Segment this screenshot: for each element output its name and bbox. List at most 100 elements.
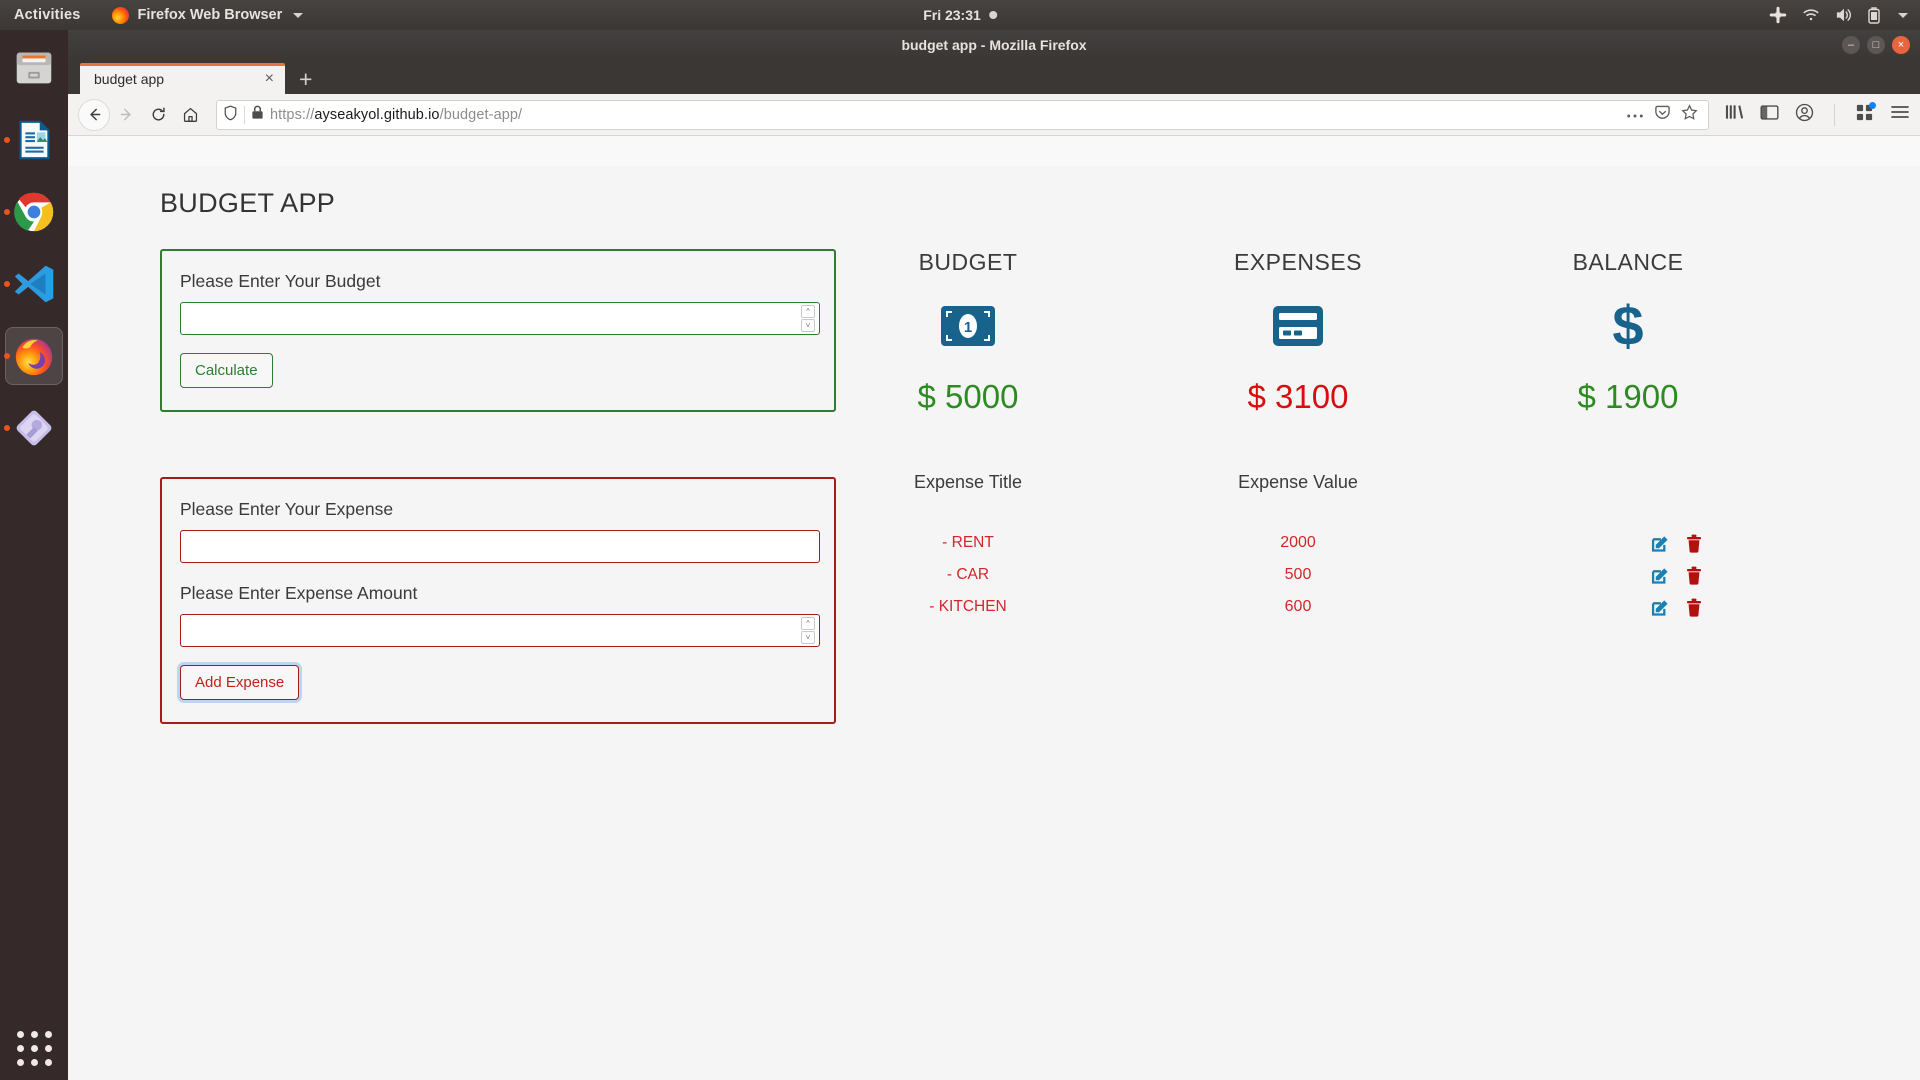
library-icon[interactable] [1725,103,1744,126]
summary-card-budget: BUDGET 1 $ 5000 [803,249,1133,416]
sidebar-icon[interactable] [1760,104,1779,126]
account-icon[interactable] [1795,103,1814,127]
ubuntu-dock [0,30,68,1080]
expense-value-cells: 2000 500 600 [1133,527,1463,623]
expense-amount-input[interactable]: ^ ˅ [180,614,820,647]
budget-form-card: Please Enter Your Budget ^ ˅ Calculate [160,249,836,412]
navigation-toolbar: https://ayseakyol.github.io/budget-app/ [68,94,1920,136]
app-menu-firefox[interactable]: Firefox Web Browser [112,6,304,24]
app-menu-label: Firefox Web Browser [137,7,283,23]
trash-icon[interactable] [1686,566,1702,585]
table-row: 2000 [1133,527,1463,559]
header-expense-value: Expense Value [1238,472,1358,492]
expense-action-cells [1463,527,1793,623]
browser-toolbar-icons [1719,101,1910,127]
tab-close-icon[interactable]: × [262,70,277,87]
trash-icon[interactable] [1686,598,1702,617]
page-actions-icon[interactable] [1626,107,1644,123]
new-tab-button[interactable]: + [299,68,312,91]
lock-icon[interactable] [251,105,264,124]
calculate-button[interactable]: Calculate [180,353,273,388]
url-path: /budget-app/ [439,106,523,123]
table-row: 500 [1133,559,1463,591]
credit-card-icon [1133,290,1463,362]
url-scheme: https:// [270,106,315,123]
tracking-protection-icon[interactable] [223,105,238,125]
table-row: - RENT [803,527,1133,559]
url-text: https://ayseakyol.github.io/budget-app/ [270,107,522,123]
home-icon[interactable] [174,99,206,131]
row-actions [1463,598,1793,617]
reload-icon[interactable] [142,99,174,131]
app-menu-icon[interactable] [1890,104,1910,125]
cell-expense-title: - RENT [942,534,994,551]
forms-column: Please Enter Your Budget ^ ˅ Calculate Pl… [68,249,836,724]
show-applications-button[interactable] [0,1031,68,1066]
window-title: budget app - Mozilla Firefox [901,37,1087,53]
dock-item-visual-studio-code[interactable] [0,250,68,318]
pocket-icon[interactable] [1654,104,1671,125]
bookmark-star-icon[interactable] [1681,104,1698,125]
summary-amount-balance: $ 1900 [1577,378,1679,415]
expense-table-col-title: Expense Title - RENT - CAR - KITCHEN [803,472,1133,623]
window-titlebar: budget app - Mozilla Firefox – □ × [68,30,1920,60]
window-controls: – □ × [1842,36,1910,54]
url-host: ayseakyol.github.io [314,106,440,123]
running-indicator [4,209,10,215]
cell-expense-value: 500 [1284,566,1312,583]
system-status-area[interactable] [1769,6,1908,24]
app-layout: Please Enter Your Budget ^ ˅ Calculate Pl… [68,249,1920,724]
dock-item-libreoffice-writer[interactable] [0,106,68,174]
expense-title-input[interactable] [180,530,820,563]
toolbar-divider [1834,103,1835,126]
summary-label-budget: BUDGET [918,249,1018,275]
expense-form-card: Please Enter Your Expense Please Enter E… [160,477,836,724]
url-bar-actions [1626,104,1702,125]
row-actions [1463,534,1793,553]
web-page-content: BUDGET APP Please Enter Your Budget ^ ˅ C… [68,166,1920,1080]
extensions-icon[interactable] [1855,101,1876,127]
wifi-icon [1802,8,1820,22]
firefox-icon [112,6,130,24]
dock-item-google-chrome[interactable] [0,178,68,246]
expense-table-col-value: Expense Value 2000 500 600 [1133,472,1463,623]
summary-card-expenses: EXPENSES $ 3100 [1133,249,1463,416]
cell-expense-title: - CAR [946,566,990,583]
url-bar[interactable]: https://ayseakyol.github.io/budget-app/ [216,99,1709,130]
close-button[interactable]: × [1892,36,1910,54]
running-indicator [4,281,10,287]
page-title: BUDGET APP [160,188,336,218]
minimize-button[interactable]: – [1842,36,1860,54]
dock-item-firefox[interactable] [0,322,68,390]
maximize-button[interactable]: □ [1867,36,1885,54]
edit-icon[interactable] [1651,566,1670,585]
cell-expense-value: 600 [1284,598,1312,615]
apps-grid-icon [16,1031,52,1066]
activities-button[interactable]: Activities [14,7,80,23]
clock-button[interactable]: Fri 23:31 [923,7,997,23]
cell-expense-value: 2000 [1280,534,1316,551]
summary-row: BUDGET 1 $ 5000 EXPENSES $ 3100 BALANCE … [803,249,1920,416]
add-expense-button[interactable]: Add Expense [180,665,300,700]
trash-icon[interactable] [1686,534,1702,553]
edit-icon[interactable] [1651,598,1670,617]
summary-label-balance: BALANCE [1572,249,1684,275]
chevron-down-icon [293,12,304,18]
forward-icon [110,99,142,131]
dock-item-software-updater[interactable] [0,394,68,462]
table-row: 600 [1133,591,1463,623]
clock-label: Fri 23:31 [923,7,981,23]
expense-title-label: Please Enter Your Expense [180,499,394,519]
firefox-window: budget app - Mozilla Firefox – □ × budge… [68,30,1920,1080]
header-expense-title: Expense Title [913,472,1023,492]
budget-input[interactable]: ^ ˅ [180,302,820,335]
tab-budget-app[interactable]: budget app × [80,63,285,94]
gnome-top-bar: Activities Firefox Web Browser Fri 23:31 [0,0,1920,30]
edit-icon[interactable] [1651,534,1670,553]
back-icon[interactable] [78,98,110,131]
summary-card-balance: BALANCE $ $ 1900 [1463,249,1793,416]
dock-item-files[interactable] [0,34,68,102]
summary-label-expenses: EXPENSES [1234,249,1362,275]
table-row: - KITCHEN [803,591,1133,623]
expense-table-col-actions [1463,472,1793,623]
